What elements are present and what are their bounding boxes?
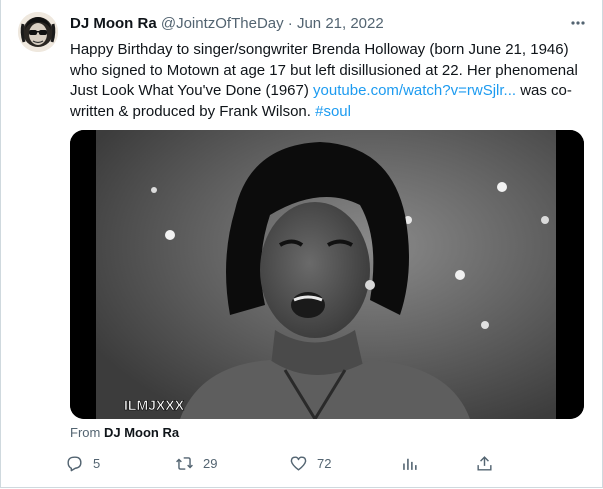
avatar[interactable] xyxy=(18,12,58,52)
reply-count: 5 xyxy=(93,455,101,471)
like-count: 72 xyxy=(317,455,332,471)
retweet-icon xyxy=(176,456,193,470)
analytics-button[interactable] xyxy=(400,450,419,476)
video-frame-image: ILMJXXX xyxy=(70,130,584,419)
youtube-link[interactable]: youtube.com/watch?v=rwSjlr... xyxy=(313,82,516,99)
tweet-card[interactable]: DJ Moon Ra @JointzOfTheDay · Jun 21, 202… xyxy=(0,0,603,488)
share-button[interactable] xyxy=(475,450,494,476)
hashtag-link[interactable]: #soul xyxy=(315,103,351,120)
retweet-button[interactable]: 29 xyxy=(175,450,217,476)
more-dots-icon xyxy=(571,21,585,25)
separator-dot: · xyxy=(287,15,293,32)
source-prefix: From xyxy=(70,425,101,440)
tweet-date[interactable]: Jun 21, 2022 xyxy=(297,15,384,32)
display-name[interactable]: DJ Moon Ra xyxy=(70,15,157,32)
user-handle[interactable]: @JointzOfTheDay xyxy=(161,15,284,32)
source-name[interactable]: DJ Moon Ra xyxy=(104,425,179,440)
tweet-text: Happy Birthday to singer/songwriter Bren… xyxy=(70,40,580,122)
source-attribution: From DJ Moon Ra xyxy=(70,425,179,440)
analytics-icon xyxy=(403,458,417,470)
video-watermark: ILMJXXX xyxy=(124,397,185,413)
like-button[interactable]: 72 xyxy=(289,450,331,476)
more-button[interactable] xyxy=(566,13,590,33)
reply-icon xyxy=(67,455,82,471)
tweet-header: DJ Moon Ra @JointzOfTheDay · Jun 21, 202… xyxy=(70,14,572,34)
retweet-count: 29 xyxy=(203,455,218,471)
action-bar: 5 29 72 xyxy=(65,450,545,476)
reply-button[interactable]: 5 xyxy=(65,450,100,476)
heart-icon xyxy=(290,455,307,471)
share-icon xyxy=(477,455,492,471)
video-thumbnail[interactable]: ILMJXXX xyxy=(70,130,584,419)
avatar-illustration xyxy=(18,12,58,52)
